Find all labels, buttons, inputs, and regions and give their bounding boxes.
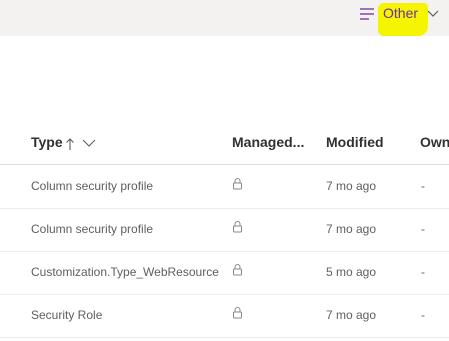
- column-header-managed[interactable]: Managed...: [232, 134, 304, 150]
- cell-owner: -: [421, 308, 425, 322]
- table-row[interactable]: Security Role 7 mo ago -: [0, 294, 449, 338]
- cell-modified: 7 mo ago: [326, 308, 377, 322]
- column-header-modified[interactable]: Modified: [326, 134, 384, 150]
- cell-owner: -: [421, 265, 425, 279]
- lock-icon: [233, 264, 242, 276]
- cell-owner: -: [421, 179, 425, 193]
- lock-icon: [233, 221, 242, 233]
- lock-icon: [233, 178, 242, 190]
- hamburger-lines-icon: [360, 8, 374, 20]
- table-row[interactable]: Column security profile 7 mo ago -: [0, 208, 449, 252]
- cell-owner: -: [421, 222, 425, 236]
- sort-ascending-icon[interactable]: [65, 137, 75, 151]
- chevron-down-icon: [427, 10, 439, 17]
- cell-type: Column security profile: [31, 179, 154, 193]
- column-header-type[interactable]: Type: [31, 134, 63, 150]
- cell-type: Security Role: [31, 308, 103, 322]
- table-row[interactable]: Column security profile 7 mo ago -: [0, 165, 449, 209]
- cell-type: Customization.Type_WebResource: [31, 265, 219, 279]
- column-header-owner[interactable]: Own: [420, 134, 449, 150]
- cell-modified: 7 mo ago: [326, 222, 377, 236]
- cell-modified: 7 mo ago: [326, 179, 377, 193]
- table-row[interactable]: Customization.Type_WebResource 5 mo ago …: [0, 251, 449, 295]
- view-filter-label: Other: [383, 5, 419, 21]
- cell-modified: 5 mo ago: [326, 265, 377, 279]
- cell-type: Column security profile: [31, 222, 154, 236]
- lock-icon: [233, 307, 242, 319]
- chevron-down-icon[interactable]: [82, 138, 96, 148]
